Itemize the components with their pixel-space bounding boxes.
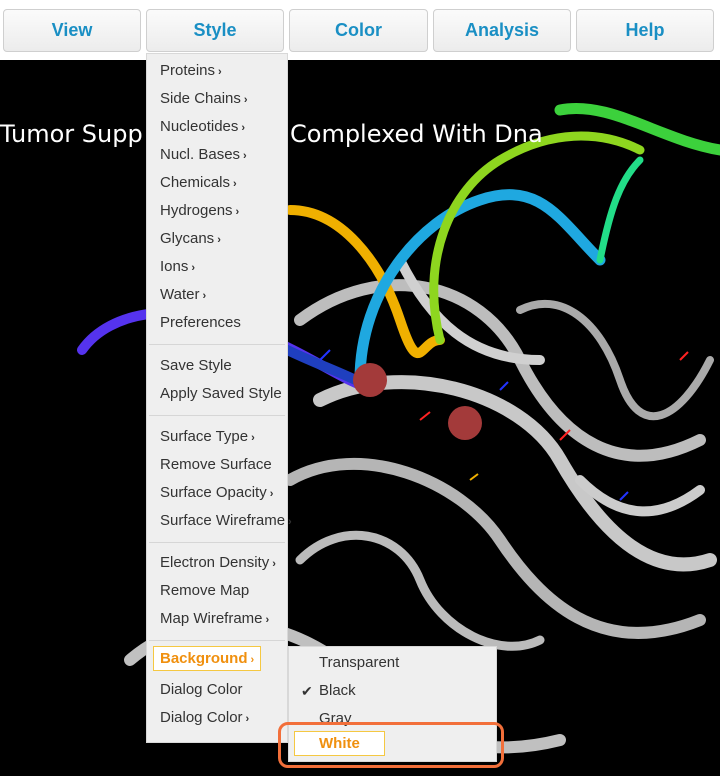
style-menu: Proteins › Side Chains › Nucleotides › Nucl… bbox=[146, 53, 292, 743]
menu-analysis[interactable]: Analysis bbox=[433, 9, 571, 52]
menu-item-hydrogens[interactable]: Hydrogens › bbox=[160, 202, 239, 219]
submenu-item-transparent[interactable]: Transparent bbox=[319, 654, 399, 671]
menu-item-label: Electron Density bbox=[160, 554, 270, 571]
menu-item-label: Chemicals bbox=[160, 174, 231, 191]
menu-item-label: Remove Map bbox=[160, 582, 250, 599]
chevron-right-icon: › bbox=[243, 94, 248, 106]
chevron-right-icon: › bbox=[251, 432, 255, 444]
structure-title-right: Complexed With Dna bbox=[290, 120, 543, 148]
menu-item-label: Side Chains bbox=[160, 90, 241, 107]
chevron-right-icon: › bbox=[250, 654, 255, 666]
chevron-right-icon: › bbox=[243, 150, 247, 162]
menu-item-label: Surface Opacity bbox=[160, 484, 267, 501]
menu-item-dialog-color[interactable]: Dialog Color bbox=[160, 681, 243, 698]
chevron-right-icon: › bbox=[288, 516, 292, 528]
menu-item-label: Surface Type bbox=[160, 428, 249, 445]
menu-item-surface-type[interactable]: Surface Type › bbox=[160, 428, 255, 445]
menu-item-label: Ions bbox=[160, 258, 189, 275]
chevron-right-icon: › bbox=[235, 206, 240, 218]
checkmark-icon: ✔ bbox=[301, 683, 313, 699]
structure-title-left: Tumor Supp bbox=[0, 120, 143, 148]
chevron-right-icon: › bbox=[241, 122, 246, 134]
menu-help[interactable]: Help bbox=[576, 9, 714, 52]
chevron-right-icon: › bbox=[245, 713, 250, 725]
menu-item-label: Background bbox=[160, 650, 248, 667]
menu-item-ions[interactable]: Ions › bbox=[160, 258, 195, 275]
menu-separator bbox=[149, 415, 285, 416]
menu-item-label: Glycans bbox=[160, 230, 215, 247]
chevron-right-icon: › bbox=[272, 558, 276, 570]
chevron-right-icon: › bbox=[217, 234, 221, 246]
menu-item-chemicals[interactable]: Chemicals › bbox=[160, 174, 237, 191]
menu-separator bbox=[149, 542, 285, 543]
menu-item-label: Map Wireframe bbox=[160, 610, 263, 627]
menu-item-side-chains[interactable]: Side Chains › bbox=[160, 90, 248, 107]
menu-item-electron-density[interactable]: Electron Density › bbox=[160, 554, 276, 571]
menu-item-dialog-color-sub[interactable]: Dialog Color › bbox=[160, 709, 249, 726]
chevron-right-icon: › bbox=[218, 66, 222, 78]
menu-item-surface-opacity[interactable]: Surface Opacity › bbox=[160, 484, 273, 501]
menu-separator bbox=[149, 344, 285, 345]
menu-separator bbox=[149, 640, 285, 641]
menu-item-label: Nucl. Bases bbox=[160, 146, 241, 163]
menu-item-remove-surface[interactable]: Remove Surface bbox=[160, 456, 272, 473]
chevron-right-icon: › bbox=[265, 614, 270, 626]
menu-item-label: Proteins bbox=[160, 62, 216, 79]
menu-view[interactable]: View bbox=[3, 9, 141, 52]
chevron-right-icon: › bbox=[202, 290, 207, 302]
menu-item-label: Remove Surface bbox=[160, 456, 272, 473]
menu-style[interactable]: Style bbox=[146, 9, 284, 52]
menu-item-map-wireframe[interactable]: Map Wireframe › bbox=[160, 610, 269, 627]
menu-item-label: Apply Saved Style bbox=[160, 385, 282, 402]
menu-item-surface-wireframe[interactable]: Surface Wireframe › bbox=[160, 512, 292, 529]
menu-item-water[interactable]: Water › bbox=[160, 286, 206, 303]
menu-item-save-style[interactable]: Save Style bbox=[160, 357, 232, 374]
menu-item-label: Dialog Color bbox=[160, 709, 243, 726]
chevron-right-icon: › bbox=[233, 178, 237, 190]
menu-item-label: Dialog Color bbox=[160, 681, 243, 698]
menu-color[interactable]: Color bbox=[289, 9, 428, 52]
menu-item-glycans[interactable]: Glycans › bbox=[160, 230, 221, 247]
menu-item-label: Water bbox=[160, 286, 200, 303]
menubar: View Style Color Analysis Help bbox=[0, 0, 720, 60]
submenu-item-black[interactable]: Black bbox=[319, 682, 356, 699]
menu-item-proteins[interactable]: Proteins › bbox=[160, 62, 222, 79]
menu-item-label: Surface Wireframe bbox=[160, 512, 286, 529]
menu-item-background[interactable]: Background › bbox=[153, 646, 262, 671]
menu-item-remove-map[interactable]: Remove Map bbox=[160, 582, 249, 599]
menu-item-label: Nucleotides bbox=[160, 118, 239, 135]
menu-item-preferences[interactable]: Preferences bbox=[160, 314, 241, 331]
chevron-right-icon: › bbox=[191, 262, 196, 274]
menu-item-nucleotides[interactable]: Nucleotides › bbox=[160, 118, 245, 135]
menu-item-label: Save Style bbox=[160, 357, 232, 374]
menu-item-label: Hydrogens bbox=[160, 202, 233, 219]
chevron-right-icon: › bbox=[269, 488, 274, 500]
menu-item-nucl-bases[interactable]: Nucl. Bases › bbox=[160, 146, 247, 163]
highlight-callout bbox=[278, 722, 504, 768]
menu-item-apply-saved-style[interactable]: Apply Saved Style bbox=[160, 385, 282, 402]
menu-item-label: Preferences bbox=[160, 314, 241, 331]
